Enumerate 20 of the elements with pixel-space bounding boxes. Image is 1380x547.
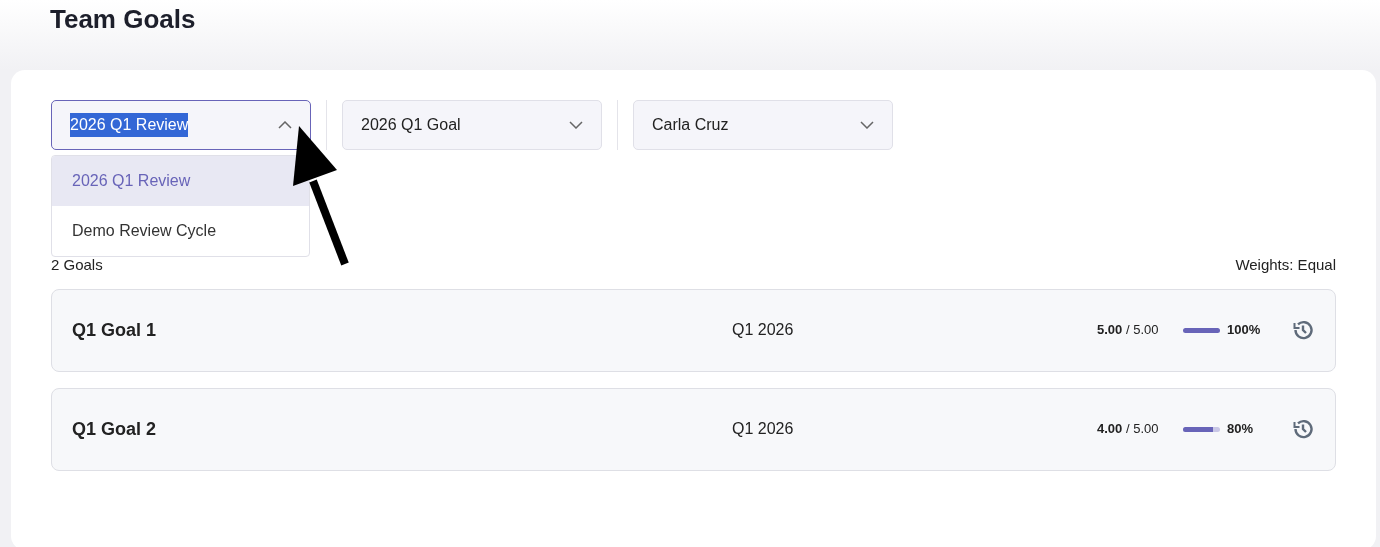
history-icon[interactable] (1291, 417, 1315, 441)
goal-period: Q1 2026 (732, 321, 794, 338)
goal-period: Q1 2026 (732, 420, 794, 437)
goal-percent: 100% (1227, 322, 1261, 338)
dropdown-option[interactable]: 2026 Q1 Review (52, 156, 309, 206)
dropdown-option[interactable]: Demo Review Cycle (52, 206, 309, 256)
goal-percent: 80% (1227, 421, 1254, 437)
goal-title: Q1 Goal 2 (72, 417, 158, 441)
chevron-down-icon (860, 121, 874, 129)
page-title: Team Goals (49, 3, 197, 36)
goal-title: Q1 Goal 1 (72, 318, 158, 342)
select-field[interactable]: 2026 Q1 Goal (342, 100, 602, 150)
goal-score: 4.00 / 5.00 (1097, 421, 1159, 437)
chevron-down-icon (569, 121, 583, 129)
goal-count: 2 Goals (51, 255, 103, 275)
weights-label: Weights: Equal (1235, 255, 1336, 275)
select-field[interactable]: Carla Cruz (633, 100, 893, 150)
chevron-up-icon (278, 121, 292, 129)
goal-score: 5.00 / 5.00 (1097, 322, 1159, 338)
history-icon[interactable] (1291, 318, 1315, 342)
